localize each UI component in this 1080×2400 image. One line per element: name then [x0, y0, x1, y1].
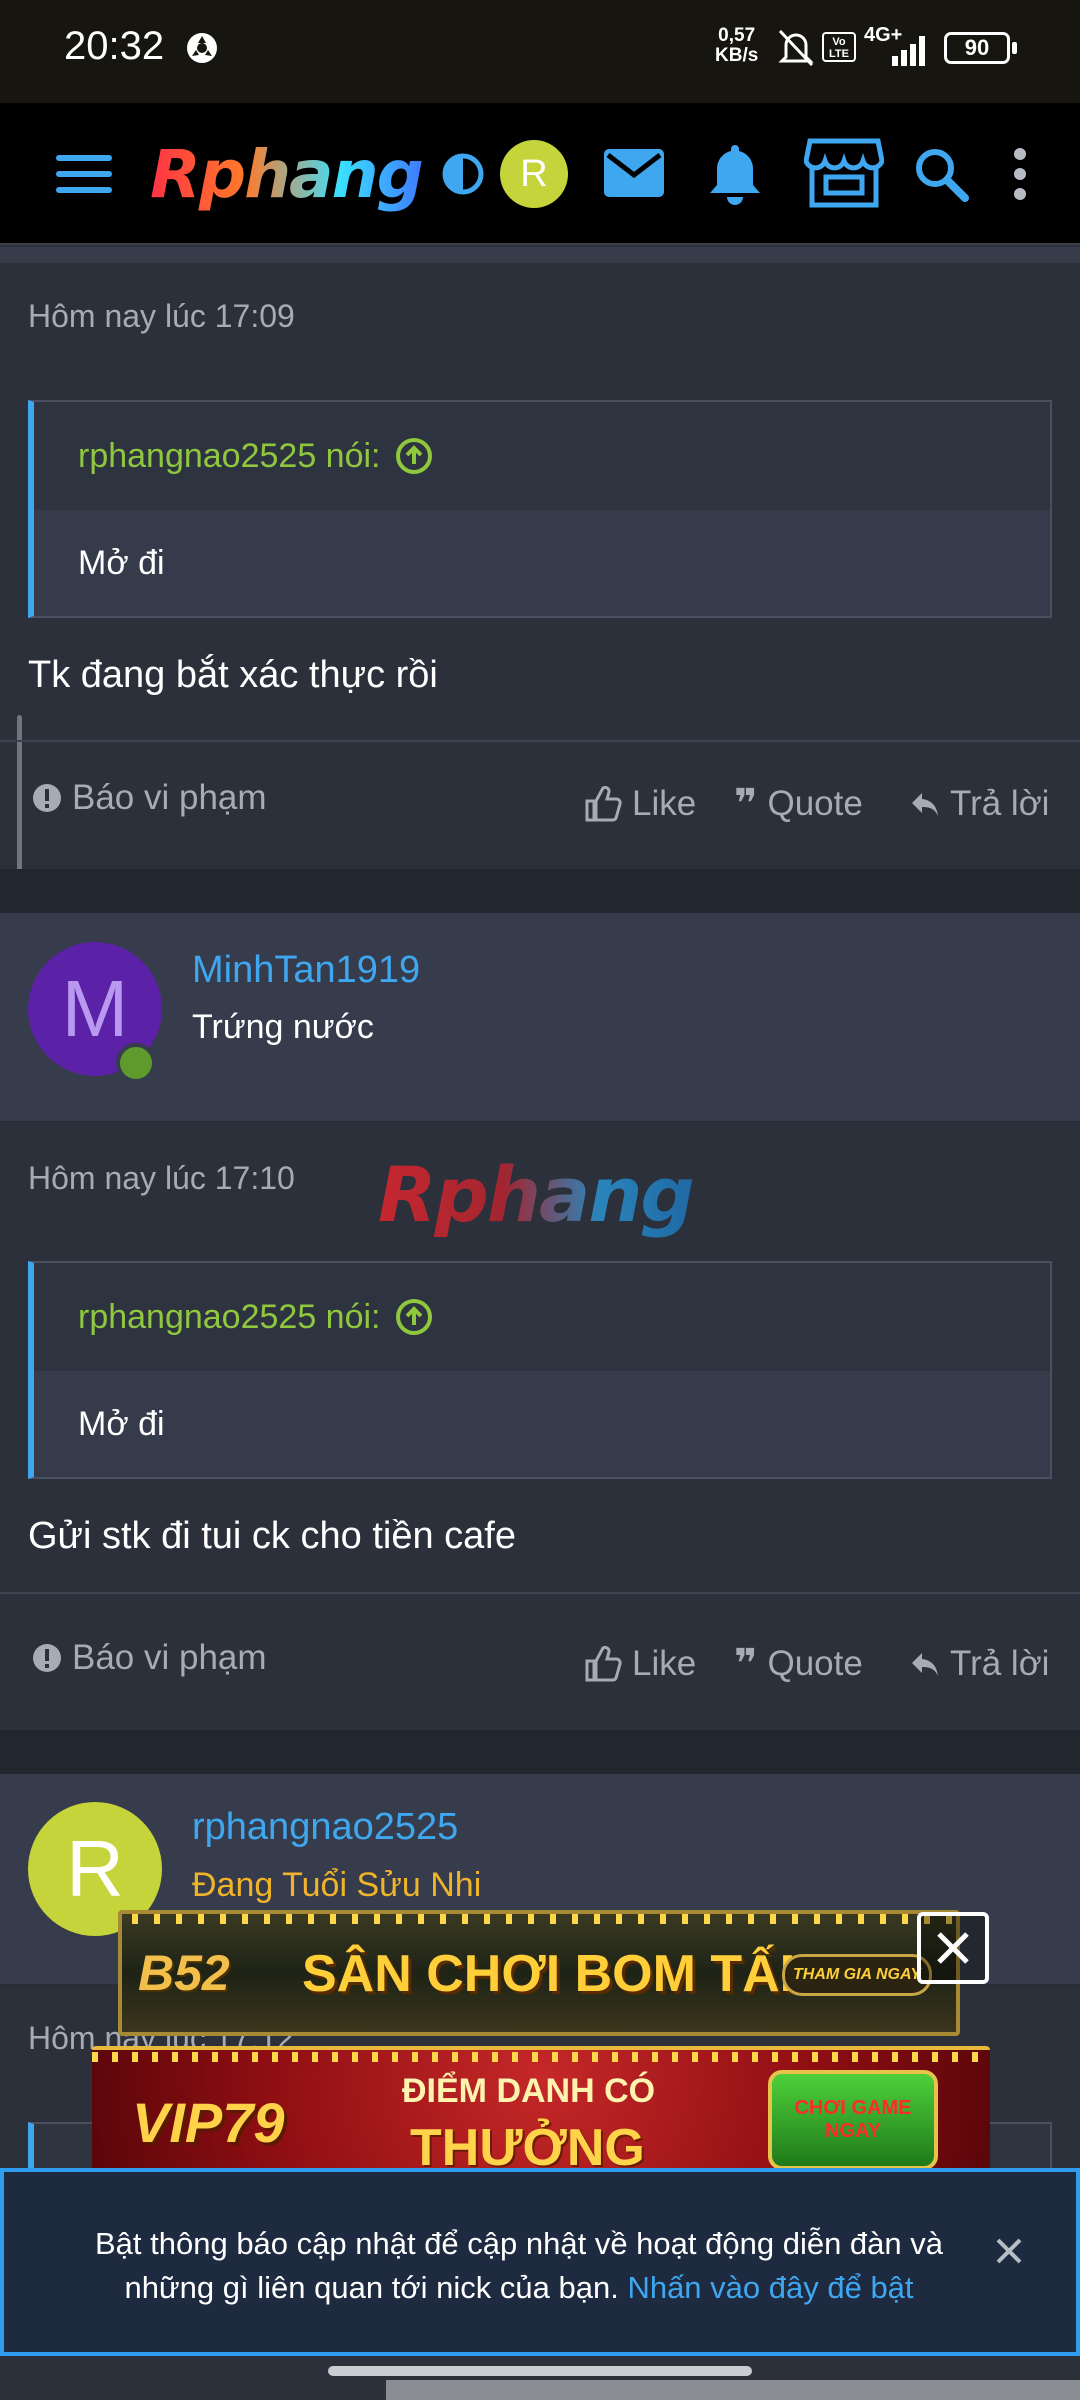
close-icon[interactable] [994, 2236, 1024, 2271]
thumbs-up-icon [585, 1645, 622, 1682]
post-timestamp[interactable]: Hôm nay lúc 17:10 [28, 1160, 295, 1197]
status-time: 20:32 [64, 24, 165, 68]
alert-icon [33, 1644, 61, 1672]
ad-cta-button[interactable]: CHƠI GAME NGAY [768, 2070, 938, 2170]
signal-icon [870, 34, 932, 71]
reply-label: Trả lời [950, 1644, 1050, 1683]
online-status-icon [116, 1043, 156, 1083]
post-message: Tk đang bắt xác thực rồi [28, 654, 438, 696]
ad-headline-2: THƯỞNG [410, 2119, 645, 2172]
ad-cta-button[interactable]: THAM GIA NGAY [782, 1954, 932, 1996]
ad-banner-b52[interactable]: B52 SÂN CHƠI BOM TẤN THAM GIA NGAY [118, 1910, 960, 2036]
quote-button[interactable]: ❞ Quote [734, 1644, 863, 1684]
ad-brand: VIP79 [132, 2091, 285, 2154]
like-button[interactable]: Like [584, 784, 696, 824]
like-label: Like [632, 784, 697, 823]
ad-banner-vip79[interactable]: VIP79 ĐIỂM DANH CÓ THƯỞNG CHƠI GAME NGAY [92, 2046, 990, 2172]
report-label: Báo vi phạm [72, 778, 267, 817]
jump-up-icon[interactable] [395, 1298, 433, 1336]
push-notification-banner[interactable]: Bật thông báo cập nhật để cập nhật về ho… [0, 2168, 1080, 2356]
post-message: Gửi stk đi tui ck cho tiền cafe [28, 1515, 516, 1557]
reply-icon [912, 793, 938, 816]
username[interactable]: MinhTan1919 [192, 949, 420, 992]
quote-button[interactable]: ❞ Quote [734, 784, 863, 824]
quote-icon: ❞ [734, 1642, 758, 1686]
quote-author: rphangnao2525 nói: [78, 436, 381, 475]
post-separator [0, 869, 1080, 913]
gesture-handle[interactable] [328, 2366, 752, 2376]
silent-bell-icon [776, 27, 816, 74]
ad-lights [92, 2052, 990, 2062]
ad-close-button[interactable] [917, 1912, 989, 1984]
more-vertical-icon[interactable] [1008, 143, 1032, 205]
post-actions: Báo vi phạm Like ❞ Quote Trả lời [0, 740, 1080, 868]
user-title: Trứng nước [192, 1008, 374, 1046]
quote-author: rphangnao2525 nói: [78, 1297, 381, 1336]
menu-icon[interactable] [52, 143, 116, 205]
post-user-header: M MinhTan1919 Trứng nước [0, 913, 1080, 1123]
post-quote: rphangnao2525 nói: Mở đi [28, 400, 1052, 618]
ad-headline: SÂN CHƠI BOM TẤN [302, 1945, 818, 2003]
reply-button[interactable]: Trả lời [910, 784, 1049, 824]
watermark-logo: Rphang [378, 1150, 695, 1239]
report-button[interactable]: Báo vi phạm [32, 1638, 267, 1678]
username[interactable]: rphangnao2525 [192, 1806, 458, 1849]
store-icon[interactable] [804, 137, 884, 209]
quote-text: Mở đi [78, 543, 165, 582]
ad-lights [132, 1914, 956, 1924]
quote-header[interactable]: rphangnao2525 nói: [34, 402, 1050, 510]
enable-notifications-link[interactable]: Nhấn vào đây để bật [627, 2270, 913, 2305]
quote-label: Quote [767, 784, 863, 823]
post-timestamp[interactable]: Hôm nay lúc 17:09 [28, 298, 295, 335]
reply-label: Trả lời [950, 784, 1050, 823]
app-notification-icon [184, 30, 220, 71]
mail-icon[interactable] [602, 145, 666, 201]
user-title: Đang Tuổi Sửu Nhi [192, 1866, 482, 1904]
ad-brand: B52 [138, 1945, 230, 2001]
post-top-edge [0, 247, 1080, 263]
notification-text: Bật thông báo cập nhật để cập nhật về ho… [74, 2222, 964, 2310]
report-button[interactable]: Báo vi phạm [32, 778, 267, 818]
search-icon[interactable] [910, 143, 972, 205]
like-label: Like [632, 1644, 697, 1683]
reply-button[interactable]: Trả lời [910, 1644, 1049, 1684]
post-quote: rphangnao2525 nói: Mở đi [28, 1261, 1052, 1479]
network-speed: 0,57 KB/s [715, 25, 759, 66]
report-label: Báo vi phạm [72, 1638, 267, 1677]
quote-icon: ❞ [734, 782, 758, 826]
volte-badge: Vo LTE [822, 32, 856, 62]
bell-icon[interactable] [706, 139, 764, 207]
top-navbar: Rphang R [0, 103, 1080, 245]
quote-label: Quote [767, 1644, 863, 1683]
alert-icon [33, 784, 61, 812]
like-button[interactable]: Like [584, 1644, 696, 1684]
thumbs-up-icon [585, 785, 622, 822]
theme-toggle-icon[interactable] [440, 151, 486, 197]
quote-header[interactable]: rphangnao2525 nói: [34, 1263, 1050, 1371]
user-avatar-button[interactable]: R [500, 140, 568, 208]
jump-up-icon[interactable] [395, 437, 433, 475]
battery-tip [1012, 42, 1017, 54]
battery-indicator: 90 [944, 32, 1010, 64]
reply-icon [912, 1653, 938, 1676]
close-icon [937, 1932, 969, 1964]
bottom-strip [386, 2380, 1080, 2400]
post-actions: Báo vi phạm Like ❞ Quote Trả lời [0, 1592, 1080, 1720]
post-separator [0, 1730, 1080, 1774]
status-bar: 20:32 0,57 KB/s Vo LTE 4G+ 90 [0, 0, 1080, 103]
site-logo[interactable]: Rphang [150, 131, 424, 217]
quote-text: Mở đi [78, 1404, 165, 1443]
ad-headline-1: ĐIỂM DANH CÓ [402, 2072, 656, 2110]
